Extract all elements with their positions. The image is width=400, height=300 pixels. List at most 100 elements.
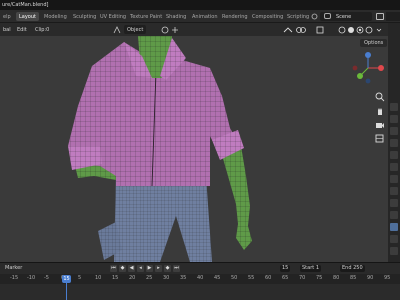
play-button[interactable]: ▶: [146, 265, 153, 272]
proportional-edit-icon[interactable]: [161, 26, 169, 34]
snap-icon[interactable]: [113, 26, 121, 34]
ruler-tick: 65: [282, 275, 289, 281]
ruler-tick: 75: [316, 275, 323, 281]
tab-compositing[interactable]: Compositing: [249, 12, 286, 21]
viewport-gizmo-toggle-icon[interactable]: [283, 26, 293, 34]
ruler-tick: 10: [95, 275, 102, 281]
ruler-tick: 95: [384, 275, 391, 281]
tool-button-data[interactable]: [390, 223, 398, 231]
workspace-menu-icon[interactable]: [311, 13, 318, 20]
tab-shading[interactable]: Shading: [163, 12, 189, 21]
ruler-tick: -15: [10, 275, 19, 281]
tool-button-scene[interactable]: [390, 139, 398, 147]
ruler-tick: 15: [112, 275, 119, 281]
help-menu[interactable]: elp: [0, 12, 14, 21]
prev-frame-button[interactable]: ◂: [137, 265, 144, 272]
viewport-header: bal Edit Clip:0 Object: [0, 23, 400, 36]
tool-button-output[interactable]: [390, 115, 398, 123]
perspective-toggle-icon[interactable]: [375, 134, 385, 144]
prev-keyframe-button[interactable]: ◆: [119, 265, 126, 272]
camera-view-icon[interactable]: [375, 120, 385, 130]
frame-ruler[interactable]: -15-10-505101520253035404550556065707580…: [0, 274, 400, 284]
playhead[interactable]: 15: [62, 275, 71, 283]
zoom-icon[interactable]: [375, 92, 385, 102]
tab-layout[interactable]: Layout: [16, 12, 39, 21]
file-path: ure/CatMan.blend]: [2, 2, 49, 8]
ruler-tick: 30: [163, 275, 170, 281]
tab-modeling[interactable]: Modeling: [41, 12, 70, 21]
scene-icon: [324, 13, 331, 19]
transform-orientation-dropdown[interactable]: bal: [0, 25, 14, 34]
material-shading-icon[interactable]: [356, 26, 364, 34]
start-label: Start: [302, 265, 315, 271]
title-bar: ure/CatMan.blend]: [0, 0, 400, 10]
tool-button-object[interactable]: [390, 163, 398, 171]
xray-toggle-icon[interactable]: [316, 26, 324, 34]
shading-options-icon[interactable]: [375, 26, 383, 34]
wireframe-shading-icon[interactable]: [338, 26, 346, 34]
timeline-track[interactable]: [0, 284, 400, 300]
top-bar: elp Layout Modeling Sculpting UV Editing…: [0, 10, 400, 23]
tool-button-modifier[interactable]: [390, 175, 398, 183]
tab-uv-editing[interactable]: UV Editing: [97, 12, 129, 21]
link-icon[interactable]: [171, 26, 179, 34]
tab-rendering[interactable]: Rendering: [219, 12, 251, 21]
tab-sculpting[interactable]: Sculpting: [70, 12, 99, 21]
start-frame-field[interactable]: Start 1: [300, 265, 321, 272]
tool-button-constraints[interactable]: [390, 211, 398, 219]
scene-label: Scene: [336, 14, 352, 20]
navigation-gizmo[interactable]: [350, 50, 386, 86]
ruler-tick: 85: [350, 275, 357, 281]
tool-button-physics[interactable]: [390, 199, 398, 207]
ruler-tick: -5: [44, 275, 49, 281]
view-layer-field[interactable]: [386, 12, 400, 21]
object-dropdown[interactable]: Object: [124, 25, 147, 34]
end-frame-field[interactable]: End 250: [340, 265, 365, 272]
marker-menu[interactable]: Marker: [5, 265, 22, 271]
end-value: 250: [353, 265, 363, 271]
current-frame-field[interactable]: 15: [280, 265, 291, 272]
tool-button-material[interactable]: [390, 235, 398, 243]
timeline: Marker ⏮ ◆ ◀ ◂ ▶ ▸ ◆ ⏭ 15 Start 1 End 25…: [0, 262, 400, 300]
tool-button-render[interactable]: [390, 103, 398, 111]
ruler-tick: 5: [78, 275, 82, 281]
ruler-tick: 35: [180, 275, 187, 281]
3d-viewport[interactable]: Options: [0, 36, 388, 262]
timeline-header: Marker ⏮ ◆ ◀ ◂ ▶ ▸ ◆ ⏭ 15 Start 1 End 25…: [0, 263, 400, 274]
end-label: End: [342, 265, 352, 271]
ruler-tick: 90: [367, 275, 374, 281]
ruler-tick: 50: [231, 275, 238, 281]
tool-button-particles[interactable]: [390, 187, 398, 195]
start-value: 1: [315, 265, 319, 271]
ruler-tick: 55: [248, 275, 255, 281]
viewport-canvas: [68, 36, 252, 262]
mode-tab-label[interactable]: Edit: [14, 25, 30, 34]
tab-texture-paint[interactable]: Texture Paint: [127, 12, 165, 21]
playhead-line: [66, 283, 67, 300]
jump-end-button[interactable]: ⏭: [173, 265, 180, 272]
scene-selector[interactable]: Scene: [320, 12, 372, 21]
properties-toolbar: [388, 23, 400, 262]
clip-field[interactable]: Clip:0: [32, 25, 52, 34]
ruler-tick: 80: [333, 275, 340, 281]
tool-button-view-layer[interactable]: [390, 127, 398, 135]
mode-tab-prefix: Edit: [17, 27, 27, 33]
tab-scripting[interactable]: Scripting: [284, 12, 312, 21]
overlay-toggle-icon[interactable]: [296, 26, 306, 34]
rendered-shading-icon[interactable]: [365, 26, 373, 34]
jump-start-button[interactable]: ⏮: [110, 265, 117, 272]
next-keyframe-button[interactable]: ◆: [164, 265, 171, 272]
play-reverse-button[interactable]: ◀: [128, 265, 135, 272]
ruler-tick: 20: [129, 275, 136, 281]
view-layer-icon[interactable]: [376, 13, 384, 20]
tab-animation[interactable]: Animation: [189, 12, 221, 21]
tool-button-texture[interactable]: [390, 247, 398, 255]
ruler-tick: 70: [299, 275, 306, 281]
jeans-mesh[interactable]: [98, 174, 212, 262]
tool-button-world[interactable]: [390, 151, 398, 159]
solid-shading-icon[interactable]: [347, 26, 355, 34]
next-frame-button[interactable]: ▸: [155, 265, 162, 272]
ruler-tick: 25: [146, 275, 153, 281]
ruler-tick: 60: [265, 275, 272, 281]
pan-hand-icon[interactable]: [375, 106, 385, 116]
